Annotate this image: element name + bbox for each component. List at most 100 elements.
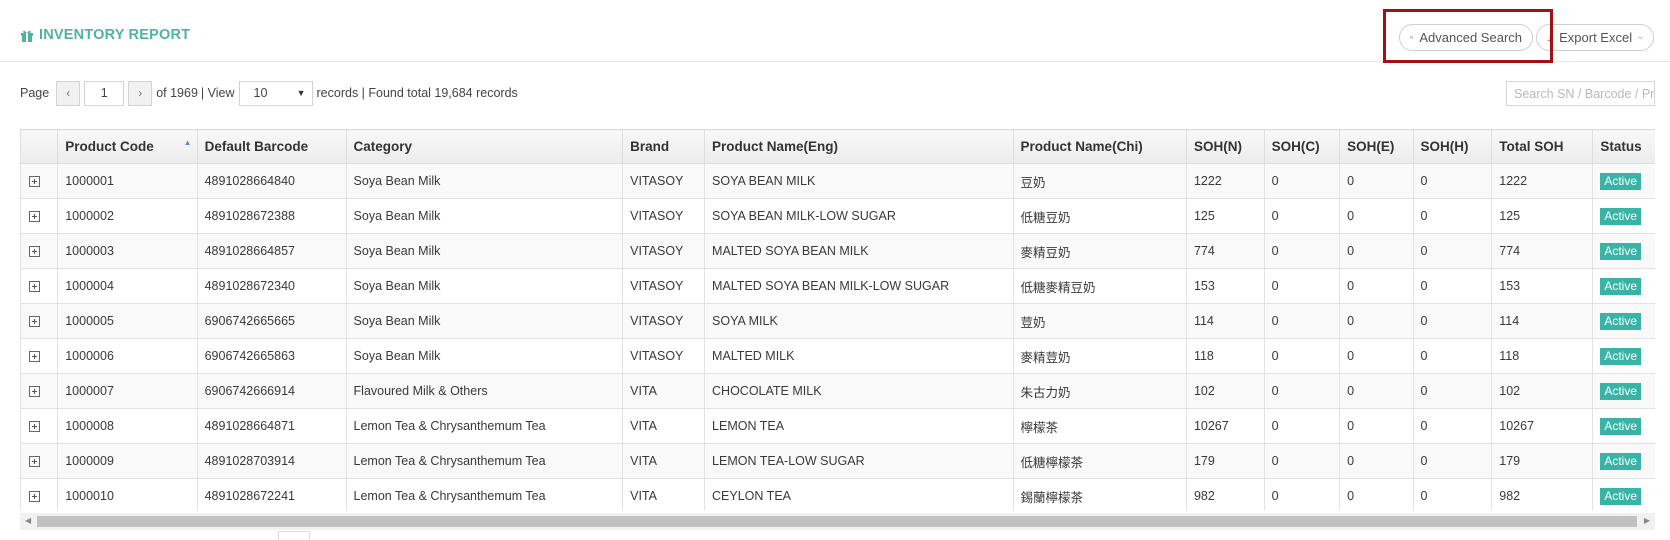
expand-cell[interactable] bbox=[20, 478, 59, 510]
inventory-table: Product Code ▲ Default Barcode Category B… bbox=[20, 129, 1655, 510]
status-badge: Active bbox=[1600, 487, 1642, 505]
table-cell: 1000001 bbox=[57, 163, 198, 199]
expand-row-icon[interactable] bbox=[29, 281, 40, 293]
table-cell: 麥精豆奶 bbox=[1012, 233, 1187, 269]
table-cell: VITASOY bbox=[622, 233, 706, 269]
scroll-right-icon[interactable]: ▶ bbox=[1644, 516, 1650, 525]
column-header[interactable]: SOH(H) bbox=[1412, 129, 1493, 164]
column-header[interactable]: Brand bbox=[622, 129, 706, 164]
table-cell: 0 bbox=[1412, 303, 1493, 339]
expand-cell[interactable] bbox=[20, 373, 59, 409]
table-cell: LEMON TEA bbox=[704, 408, 1014, 444]
scroll-left-icon[interactable]: ◀ bbox=[25, 516, 31, 525]
table-cell: 153 bbox=[1185, 268, 1265, 304]
expand-row-icon[interactable] bbox=[29, 246, 40, 258]
table-cell: VITASOY bbox=[622, 303, 706, 339]
table-cell: 179 bbox=[1491, 443, 1594, 479]
table-cell: 0 bbox=[1263, 338, 1341, 374]
table-cell: 125 bbox=[1491, 198, 1594, 234]
column-header[interactable]: Category bbox=[345, 129, 624, 164]
prev-page-button[interactable]: ‹ bbox=[56, 80, 81, 106]
table-cell: 0 bbox=[1412, 338, 1493, 374]
expand-cell[interactable] bbox=[20, 443, 59, 479]
search-input[interactable]: Search SN / Barcode / Product bbox=[1506, 81, 1655, 106]
table-cell: 豆奶 bbox=[1012, 163, 1187, 199]
status-badge: Active bbox=[1600, 417, 1642, 435]
expand-row-icon[interactable] bbox=[29, 176, 40, 188]
column-header[interactable]: SOH(C) bbox=[1263, 129, 1341, 164]
table-cell: Active bbox=[1592, 478, 1655, 510]
column-header[interactable]: Product Name(Chi) bbox=[1012, 129, 1187, 164]
expand-cell[interactable] bbox=[20, 163, 59, 199]
table-cell: 4891028664840 bbox=[196, 163, 347, 199]
expand-cell[interactable] bbox=[20, 268, 59, 304]
table-cell: 102 bbox=[1491, 373, 1594, 409]
page-number-input[interactable]: 1 bbox=[84, 80, 125, 106]
table-cell: CEYLON TEA bbox=[704, 478, 1014, 510]
sort-asc-icon: ▲ bbox=[183, 138, 192, 147]
status-badge: Active bbox=[1600, 207, 1642, 225]
expand-row-icon[interactable] bbox=[29, 351, 40, 363]
table-cell: VITASOY bbox=[622, 268, 706, 304]
table-header-row: Product Code ▲ Default Barcode Category B… bbox=[20, 129, 1655, 164]
column-header[interactable]: SOH(E) bbox=[1339, 129, 1414, 164]
page-title: INVENTORY REPORT bbox=[20, 27, 190, 43]
expand-cell[interactable] bbox=[20, 338, 59, 374]
table-cell: 982 bbox=[1491, 478, 1594, 510]
table-cell: VITA bbox=[622, 443, 706, 479]
expand-cell[interactable] bbox=[20, 408, 59, 444]
column-header[interactable]: SOH(N) bbox=[1185, 129, 1265, 164]
table-cell: 0 bbox=[1339, 268, 1414, 304]
table-cell: 低糖檸檬茶 bbox=[1012, 443, 1187, 479]
table-cell: Active bbox=[1592, 408, 1655, 444]
expand-row-icon[interactable] bbox=[29, 316, 40, 328]
table-cell: 1000006 bbox=[57, 338, 198, 374]
table-cell: 774 bbox=[1491, 233, 1594, 269]
chevron-down-icon bbox=[1638, 36, 1643, 39]
expand-cell[interactable] bbox=[20, 303, 59, 339]
table-cell: Active bbox=[1592, 338, 1655, 374]
table-cell: 1000010 bbox=[57, 478, 198, 510]
expand-row-icon[interactable] bbox=[29, 491, 40, 503]
export-excel-label: Export Excel bbox=[1559, 30, 1633, 45]
table-cell: VITASOY bbox=[622, 338, 706, 374]
expand-row-icon[interactable] bbox=[29, 211, 40, 223]
highlight-box bbox=[1383, 9, 1553, 63]
table-cell: 6906742665863 bbox=[196, 338, 347, 374]
table-cell: 118 bbox=[1491, 338, 1594, 374]
table-cell: 0 bbox=[1412, 198, 1493, 234]
column-header[interactable]: Product Name(Eng) bbox=[704, 129, 1014, 164]
expand-cell[interactable] bbox=[20, 233, 59, 269]
expand-cell[interactable] bbox=[20, 198, 59, 234]
export-excel-button[interactable]: Export Excel bbox=[1536, 24, 1654, 51]
column-header[interactable]: Status bbox=[1592, 129, 1655, 164]
table-cell: 1000009 bbox=[57, 443, 198, 479]
column-header[interactable]: Product Code ▲ bbox=[57, 129, 198, 164]
status-badge: Active bbox=[1600, 312, 1642, 330]
table-cell: 0 bbox=[1412, 478, 1493, 510]
table-cell: 0 bbox=[1263, 198, 1341, 234]
column-header[interactable]: Default Barcode bbox=[196, 129, 347, 164]
horizontal-scrollbar[interactable]: ◀ ▶ bbox=[20, 513, 1655, 530]
column-header[interactable]: Total SOH bbox=[1491, 129, 1594, 164]
table-cell: 1000003 bbox=[57, 233, 198, 269]
table-row: 1000008 4891028664871 Lemon Tea & Chrysant… bbox=[20, 408, 1655, 444]
page-label: Page bbox=[20, 86, 50, 100]
expand-row-icon[interactable] bbox=[29, 456, 40, 468]
table-cell: 0 bbox=[1263, 163, 1341, 199]
column-header-label: Product Code bbox=[65, 139, 154, 154]
expand-row-icon[interactable] bbox=[29, 386, 40, 398]
expand-row-icon[interactable] bbox=[29, 421, 40, 433]
records-per-page-value: 10 bbox=[253, 86, 268, 100]
table-cell: 982 bbox=[1185, 478, 1265, 510]
scrollbar-thumb[interactable] bbox=[37, 516, 1637, 527]
table-cell: Soya Bean Milk bbox=[345, 338, 624, 374]
table-cell: 0 bbox=[1412, 408, 1493, 444]
pagination-bar: Page ‹ 1 › of 1969 | View 10 ▼ records |… bbox=[20, 80, 518, 106]
page-title-text: INVENTORY REPORT bbox=[39, 27, 191, 43]
records-per-page-select[interactable]: 10 ▼ bbox=[238, 80, 313, 106]
next-page-button[interactable]: › bbox=[128, 80, 153, 106]
table-cell: 4891028703914 bbox=[196, 443, 347, 479]
caret-down-icon: ▼ bbox=[296, 88, 306, 98]
table-cell: 0 bbox=[1412, 163, 1493, 199]
